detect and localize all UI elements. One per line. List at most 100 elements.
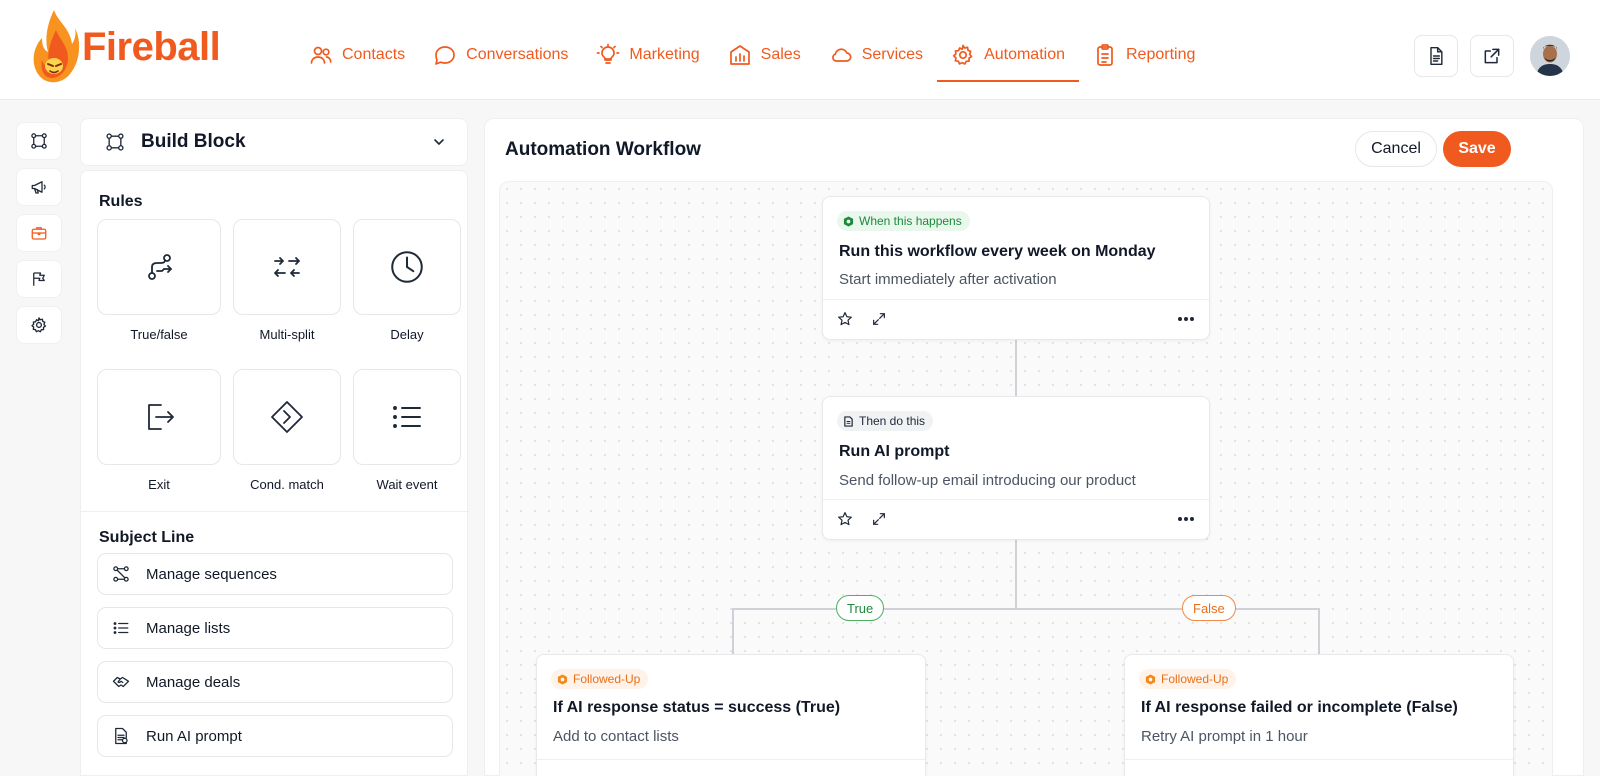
node-title: Run this workflow every week on Monday bbox=[839, 243, 1156, 260]
nav-services[interactable]: Services bbox=[815, 30, 937, 82]
rule-exit[interactable] bbox=[97, 369, 221, 465]
rail-settings-button[interactable] bbox=[16, 306, 62, 344]
document-button[interactable] bbox=[1414, 35, 1458, 77]
rule-true-false[interactable] bbox=[97, 219, 221, 315]
manage-deals-button[interactable]: Manage deals bbox=[97, 661, 453, 703]
nav-contacts[interactable]: Contacts bbox=[295, 30, 419, 82]
rule-label: True/false bbox=[130, 327, 188, 342]
rule-label: Exit bbox=[148, 477, 170, 492]
document-icon bbox=[1430, 46, 1443, 66]
branch-false-pill[interactable]: False bbox=[1182, 595, 1236, 621]
clock-icon bbox=[391, 251, 423, 283]
lightbulb-icon bbox=[597, 43, 620, 64]
expand-icon[interactable] bbox=[871, 511, 887, 527]
node-divider bbox=[1125, 759, 1513, 760]
diamond-icon bbox=[271, 401, 303, 433]
node-subtitle: Start immediately after activation bbox=[839, 271, 1057, 288]
connector-line bbox=[1015, 539, 1017, 609]
cancel-button[interactable]: Cancel bbox=[1355, 131, 1437, 167]
node-subtitle: Send follow-up email introducing our pro… bbox=[839, 472, 1136, 489]
gear-icon bbox=[952, 44, 973, 65]
rule-cond-match[interactable] bbox=[233, 369, 341, 465]
manage-lists-button[interactable]: Manage lists bbox=[97, 607, 453, 649]
nav-label: Automation bbox=[984, 46, 1065, 63]
nav-automation[interactable]: Automation bbox=[937, 30, 1079, 82]
star-icon[interactable] bbox=[837, 311, 853, 327]
rail-briefcase-button[interactable] bbox=[16, 214, 62, 252]
rail-workflow-button[interactable] bbox=[16, 122, 62, 160]
hexagon-icon bbox=[1145, 673, 1156, 685]
brand-logo[interactable]: Fireball bbox=[32, 8, 221, 86]
save-button[interactable]: Save bbox=[1443, 131, 1511, 167]
node-divider bbox=[537, 759, 925, 760]
list-icon bbox=[113, 622, 129, 634]
chat-icon bbox=[435, 46, 455, 65]
node-title: Run AI prompt bbox=[839, 443, 950, 460]
rule-delay[interactable] bbox=[353, 219, 461, 315]
action-node[interactable]: Then do this Run AI prompt Send follow-u… bbox=[822, 396, 1210, 540]
user-avatar[interactable] bbox=[1530, 36, 1570, 76]
star-icon[interactable] bbox=[837, 511, 853, 527]
build-block-header[interactable]: Build Block bbox=[80, 118, 468, 166]
exit-icon bbox=[148, 404, 174, 430]
main-nav: Contacts Conversations Marketing Sales S… bbox=[295, 30, 1209, 82]
fireball-logo-icon bbox=[33, 10, 80, 83]
rule-multi-split[interactable] bbox=[233, 219, 341, 315]
top-navigation-bar: Fireball Contacts Conversations Marketin… bbox=[0, 0, 1600, 100]
node-title: If AI response status = success (True) bbox=[553, 699, 841, 716]
avatar-image bbox=[1530, 36, 1570, 76]
build-block-title: Build Block bbox=[141, 131, 246, 152]
node-footer bbox=[823, 499, 1209, 539]
trigger-node[interactable]: When this happens Run this workflow ever… bbox=[822, 196, 1210, 340]
rail-flag-button[interactable] bbox=[16, 260, 62, 298]
rule-wait-event[interactable] bbox=[353, 369, 461, 465]
nav-marketing[interactable]: Marketing bbox=[582, 30, 713, 82]
workflow-canvas[interactable]: When this happens Run this workflow ever… bbox=[499, 181, 1553, 776]
rules-title: Rules bbox=[99, 193, 143, 210]
action-tag: Then do this bbox=[837, 411, 934, 431]
document-icon bbox=[844, 415, 853, 427]
more-options-icon[interactable] bbox=[1177, 516, 1195, 522]
list-icon bbox=[393, 406, 421, 428]
false-branch-node[interactable]: Followed-Up If AI response failed or inc… bbox=[1124, 654, 1514, 776]
nav-reporting[interactable]: Reporting bbox=[1079, 30, 1209, 82]
true-branch-node[interactable]: Followed-Up If AI response status = succ… bbox=[536, 654, 926, 776]
rule-label: Cond. match bbox=[250, 477, 324, 492]
tag-label: Followed-Up bbox=[1161, 672, 1229, 686]
document-icon bbox=[115, 727, 128, 745]
external-link-button[interactable] bbox=[1470, 35, 1514, 77]
list-item-label: Manage lists bbox=[146, 619, 231, 637]
subject-line-title: Subject Line bbox=[99, 529, 195, 546]
nav-label: Marketing bbox=[629, 46, 700, 63]
nav-sales[interactable]: Sales bbox=[714, 30, 815, 82]
run-ai-prompt-button[interactable]: Run AI prompt bbox=[97, 715, 453, 757]
nav-label: Services bbox=[861, 46, 924, 63]
build-block-panel: Rules True/false Multi-split Delay Exit … bbox=[80, 170, 469, 776]
left-rail bbox=[16, 122, 62, 344]
node-subtitle: Retry AI prompt in 1 hour bbox=[1141, 728, 1308, 745]
connector-line bbox=[1015, 340, 1017, 396]
store-chart-icon bbox=[729, 45, 750, 65]
chevron-down-icon[interactable] bbox=[431, 134, 447, 150]
nav-conversations[interactable]: Conversations bbox=[419, 30, 582, 82]
rail-campaign-button[interactable] bbox=[16, 168, 62, 206]
workflow-panel: Automation Workflow Cancel Save When thi… bbox=[484, 118, 1584, 776]
tag-label: Followed-Up bbox=[573, 672, 641, 686]
external-link-icon bbox=[1484, 48, 1500, 64]
connector-line bbox=[1318, 608, 1320, 654]
node-title: If AI response failed or incomplete (Fal… bbox=[1141, 699, 1458, 716]
nav-label: Sales bbox=[760, 46, 801, 63]
tag-label: Then do this bbox=[859, 414, 926, 428]
rule-label: Delay bbox=[390, 327, 424, 342]
branch-icon bbox=[148, 254, 173, 280]
nodes-icon bbox=[106, 133, 124, 151]
panel-divider bbox=[81, 511, 469, 512]
clipboard-icon bbox=[1097, 44, 1113, 66]
hexagon-icon bbox=[557, 673, 568, 685]
rule-label: Wait event bbox=[376, 477, 438, 492]
branch-true-pill[interactable]: True bbox=[836, 595, 885, 621]
manage-sequences-button[interactable]: Manage sequences bbox=[97, 553, 453, 595]
briefcase-icon bbox=[31, 227, 47, 240]
expand-icon[interactable] bbox=[871, 311, 887, 327]
more-options-icon[interactable] bbox=[1177, 316, 1195, 322]
